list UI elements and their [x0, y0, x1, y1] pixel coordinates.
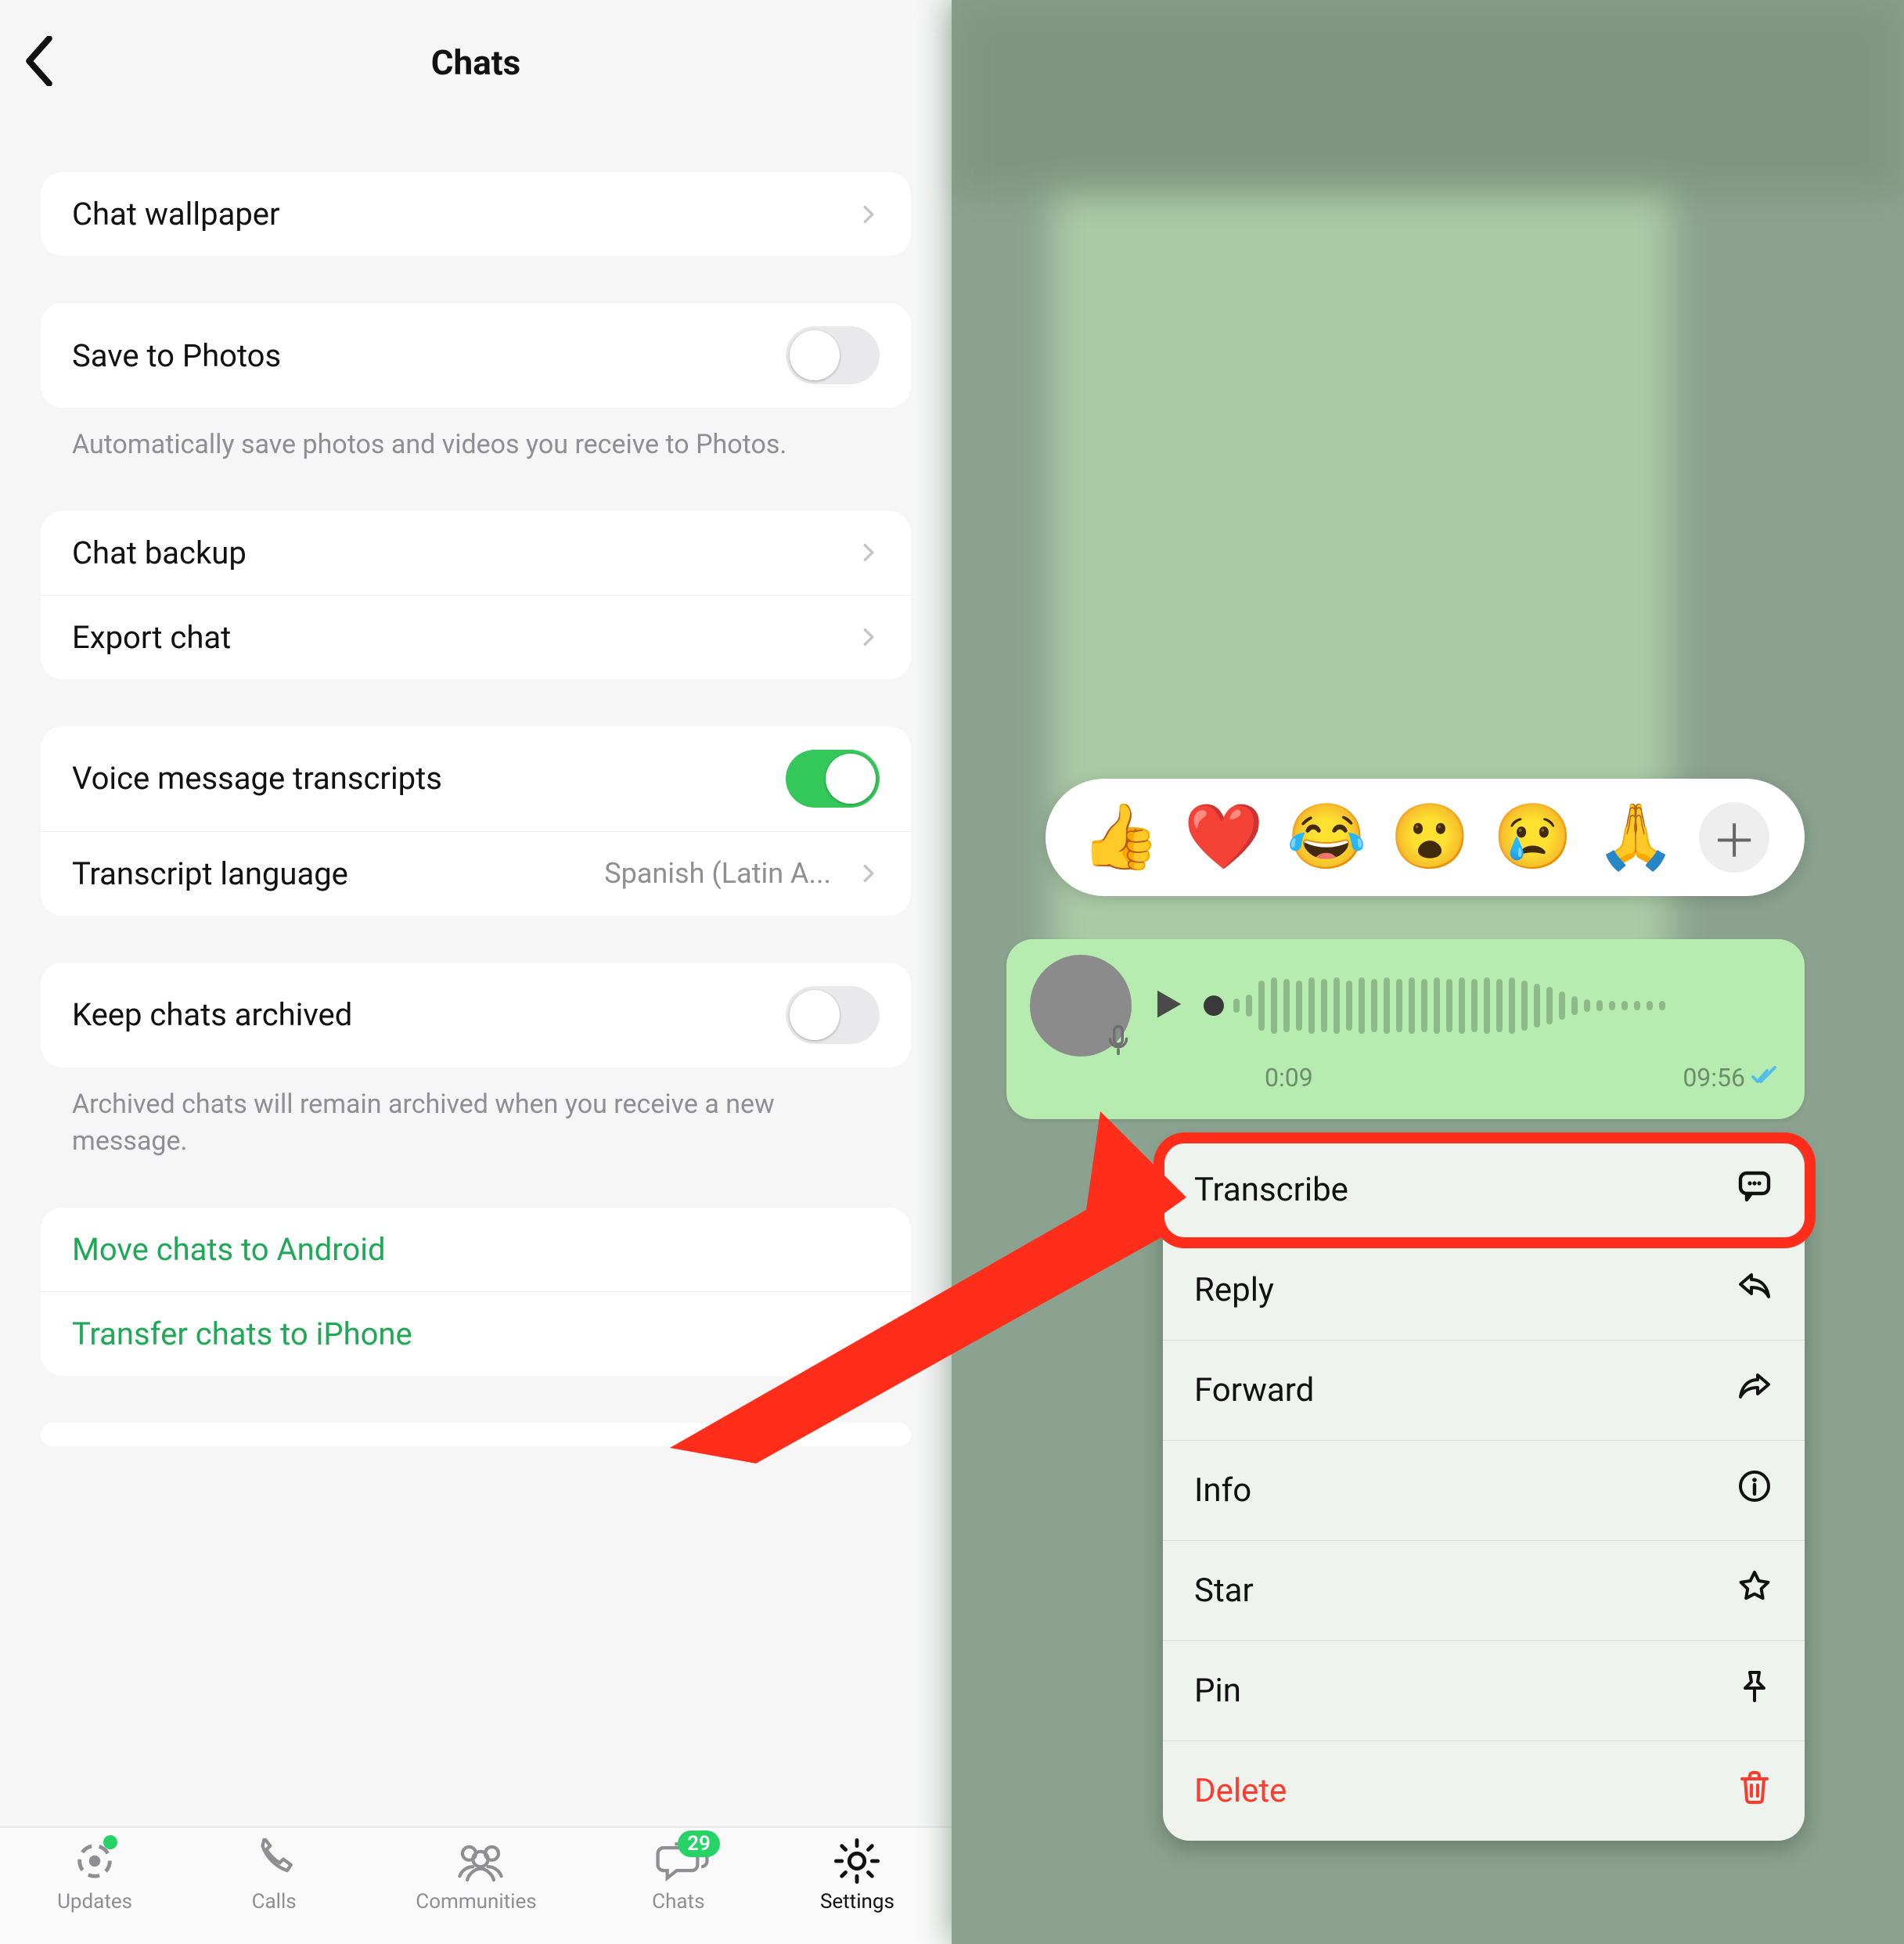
keep-archived-toggle[interactable]	[786, 986, 880, 1044]
menu-label: Star	[1194, 1571, 1254, 1610]
save-to-photos-note: Automatically save photos and videos you…	[41, 408, 911, 464]
chats-badge: 29	[678, 1831, 720, 1857]
transcript-language-value: Spanish (Latin A...	[604, 857, 831, 890]
tab-label: Updates	[57, 1890, 132, 1913]
chat-screen-context-menu: 👍 ❤️ 😂 😮 😢 🙏 ＋	[952, 0, 1904, 1944]
group-save-to-photos: Save to Photos	[41, 303, 911, 408]
chats-icon: 29	[651, 1838, 706, 1884]
settings-scroll[interactable]: Chat wallpaper Save to Photos Automatica…	[0, 125, 952, 1827]
reaction-more-button[interactable]: ＋	[1699, 802, 1769, 873]
voice-total: 09:56	[1683, 1063, 1745, 1093]
star-icon	[1736, 1568, 1773, 1614]
menu-pin[interactable]: Pin	[1163, 1640, 1805, 1741]
row-label: Voice message transcripts	[72, 760, 442, 797]
reaction-thumbs-up[interactable]: 👍	[1081, 800, 1161, 875]
page-title: Chats	[431, 42, 520, 83]
tab-updates[interactable]: Updates	[57, 1838, 132, 1913]
group-next-peek	[41, 1423, 911, 1446]
gear-icon	[830, 1838, 884, 1884]
menu-info[interactable]: Info	[1163, 1440, 1805, 1540]
group-transfer: Move chats to Android Transfer chats to …	[41, 1208, 911, 1376]
menu-label: Forward	[1194, 1371, 1314, 1409]
reply-icon	[1736, 1267, 1773, 1313]
status-dot-icon	[103, 1835, 117, 1849]
reaction-bar: 👍 ❤️ 😂 😮 😢 🙏 ＋	[1046, 779, 1805, 896]
tab-communities[interactable]: Communities	[416, 1838, 536, 1913]
menu-label: Delete	[1194, 1772, 1287, 1810]
chevron-right-icon	[858, 203, 880, 225]
chat-backup-row[interactable]: Chat backup	[41, 511, 911, 595]
chevron-right-icon	[858, 542, 880, 563]
transcript-language-row[interactable]: Transcript language Spanish (Latin A...	[41, 831, 911, 916]
reaction-wow[interactable]: 😮	[1390, 800, 1470, 875]
reaction-sad[interactable]: 😢	[1493, 800, 1573, 875]
group-archive: Keep chats archived	[41, 963, 911, 1067]
row-label: Move chats to Android	[72, 1231, 386, 1268]
chevron-right-icon	[858, 862, 880, 884]
message-context-menu: Transcribe Reply Forward Info	[1163, 1140, 1805, 1841]
export-chat-row[interactable]: Export chat	[41, 595, 911, 679]
voice-elapsed: 0:09	[1265, 1063, 1313, 1093]
chat-wallpaper-row[interactable]: Chat wallpaper	[41, 172, 911, 256]
trash-icon	[1736, 1768, 1773, 1814]
communities-icon	[449, 1838, 504, 1884]
tab-label: Calls	[252, 1890, 297, 1913]
menu-label: Reply	[1194, 1271, 1274, 1309]
playhead-dot-icon	[1204, 995, 1224, 1016]
tab-bar: Updates Calls Communities 29 Chats S	[0, 1827, 952, 1944]
keep-archived-note: Archived chats will remain archived when…	[41, 1067, 911, 1161]
back-button[interactable]	[23, 36, 55, 89]
menu-label: Transcribe	[1194, 1171, 1348, 1209]
save-to-photos-toggle[interactable]	[786, 326, 880, 384]
menu-reply[interactable]: Reply	[1163, 1240, 1805, 1340]
keep-chats-archived-row[interactable]: Keep chats archived	[41, 963, 911, 1067]
group-wallpaper: Chat wallpaper	[41, 172, 911, 256]
updates-icon	[67, 1838, 122, 1884]
transcribe-icon	[1736, 1167, 1773, 1213]
move-to-android-row[interactable]: Move chats to Android	[41, 1208, 911, 1291]
chats-header: Chats	[0, 0, 952, 125]
chevron-right-icon	[858, 626, 880, 648]
mic-icon	[1102, 1024, 1135, 1060]
save-to-photos-row[interactable]: Save to Photos	[41, 303, 911, 408]
voice-transcripts-toggle[interactable]	[786, 750, 880, 808]
transfer-to-iphone-row[interactable]: Transfer chats to iPhone	[41, 1291, 911, 1376]
tab-label: Communities	[416, 1890, 536, 1913]
reaction-pray[interactable]: 🙏	[1596, 800, 1675, 875]
group-backup: Chat backup Export chat	[41, 511, 911, 679]
row-label: Chat backup	[72, 535, 247, 571]
play-button[interactable]	[1147, 984, 1188, 1028]
menu-label: Info	[1194, 1471, 1251, 1510]
forward-icon	[1736, 1367, 1773, 1413]
row-label: Save to Photos	[72, 337, 281, 374]
info-icon	[1736, 1467, 1773, 1514]
row-label: Chat wallpaper	[72, 196, 280, 232]
tab-label: Chats	[652, 1890, 704, 1913]
reaction-laugh[interactable]: 😂	[1287, 800, 1366, 875]
tab-settings[interactable]: Settings	[820, 1838, 894, 1913]
voice-transcripts-row[interactable]: Voice message transcripts	[41, 726, 911, 831]
read-ticks-icon	[1751, 1063, 1781, 1093]
menu-transcribe[interactable]: Transcribe	[1163, 1140, 1805, 1240]
settings-chats-screen: Chats Chat wallpaper Save to Photos Auto…	[0, 0, 952, 1944]
phone-icon	[247, 1838, 301, 1884]
waveform-icon	[1232, 974, 1670, 1037]
pin-icon	[1736, 1668, 1773, 1714]
tab-chats[interactable]: 29 Chats	[651, 1838, 706, 1913]
menu-forward[interactable]: Forward	[1163, 1340, 1805, 1440]
menu-star[interactable]: Star	[1163, 1540, 1805, 1640]
sender-avatar[interactable]	[1030, 955, 1132, 1057]
group-transcripts: Voice message transcripts Transcript lan…	[41, 726, 911, 916]
tab-label: Settings	[820, 1890, 894, 1913]
voice-message-bubble[interactable]: 0:09 09:56	[1006, 939, 1805, 1119]
row-label: Export chat	[72, 619, 231, 656]
row-label: Keep chats archived	[72, 996, 352, 1033]
menu-label: Pin	[1194, 1672, 1241, 1710]
tab-calls[interactable]: Calls	[247, 1838, 301, 1913]
menu-delete[interactable]: Delete	[1163, 1741, 1805, 1841]
voice-waveform[interactable]	[1204, 974, 1781, 1037]
reaction-heart[interactable]: ❤️	[1184, 800, 1264, 875]
row-label: Transfer chats to iPhone	[72, 1316, 412, 1352]
row-label: Transcript language	[72, 855, 348, 892]
